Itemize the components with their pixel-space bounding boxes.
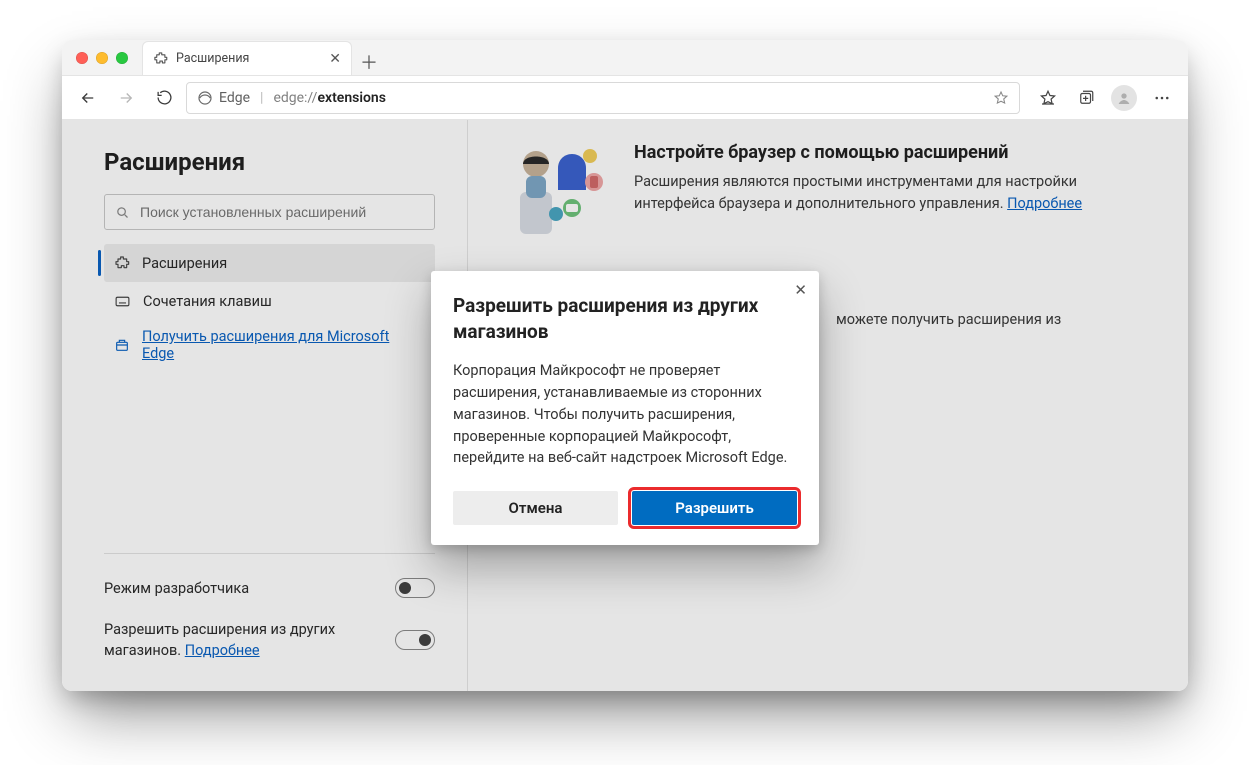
back-button[interactable] <box>72 82 104 114</box>
browser-tab[interactable]: Расширения ✕ <box>142 41 352 75</box>
maximize-window-button[interactable] <box>116 52 128 64</box>
cancel-button[interactable]: Отмена <box>453 491 618 525</box>
site-identity: Edge <box>197 90 250 106</box>
collections-button[interactable] <box>1070 82 1102 114</box>
toolbar: Edge | edge://extensions <box>62 76 1188 120</box>
minimize-window-button[interactable] <box>96 52 108 64</box>
close-window-button[interactable] <box>76 52 88 64</box>
addr-separator: | <box>260 90 263 106</box>
dialog-actions: Отмена Разрешить <box>453 491 797 525</box>
tabstrip: Расширения ✕ ＋ <box>142 40 1188 75</box>
forward-button[interactable] <box>110 82 142 114</box>
more-button[interactable] <box>1146 82 1178 114</box>
address-bar[interactable]: Edge | edge://extensions <box>186 82 1020 114</box>
tab-title: Расширения <box>176 51 249 66</box>
titlebar: Расширения ✕ ＋ <box>62 40 1188 76</box>
url-path: edge://extensions <box>273 90 385 106</box>
browser-window: Расширения ✕ ＋ Edge | <box>62 40 1188 691</box>
brand-label: Edge <box>219 90 250 106</box>
favorites-button[interactable] <box>1032 82 1064 114</box>
dialog-title: Разрешить расширения из других магазинов <box>453 293 797 344</box>
edge-brand-icon <box>197 90 213 106</box>
tab-extension-icon <box>153 51 168 66</box>
refresh-button[interactable] <box>148 82 180 114</box>
window-controls <box>62 40 142 75</box>
allow-other-stores-dialog: ✕ Разрешить расширения из других магазин… <box>431 271 819 545</box>
tab-close-button[interactable]: ✕ <box>329 51 341 67</box>
new-tab-button[interactable]: ＋ <box>352 49 386 75</box>
profile-button[interactable] <box>1108 82 1140 114</box>
allow-button[interactable]: Разрешить <box>632 491 797 525</box>
dialog-close-button[interactable]: ✕ <box>794 281 807 299</box>
toolbar-right <box>1026 82 1178 114</box>
dialog-body: Корпорация Майкрософт не проверяет расши… <box>453 360 797 469</box>
favorite-button[interactable] <box>993 90 1009 106</box>
avatar-icon <box>1111 85 1137 111</box>
